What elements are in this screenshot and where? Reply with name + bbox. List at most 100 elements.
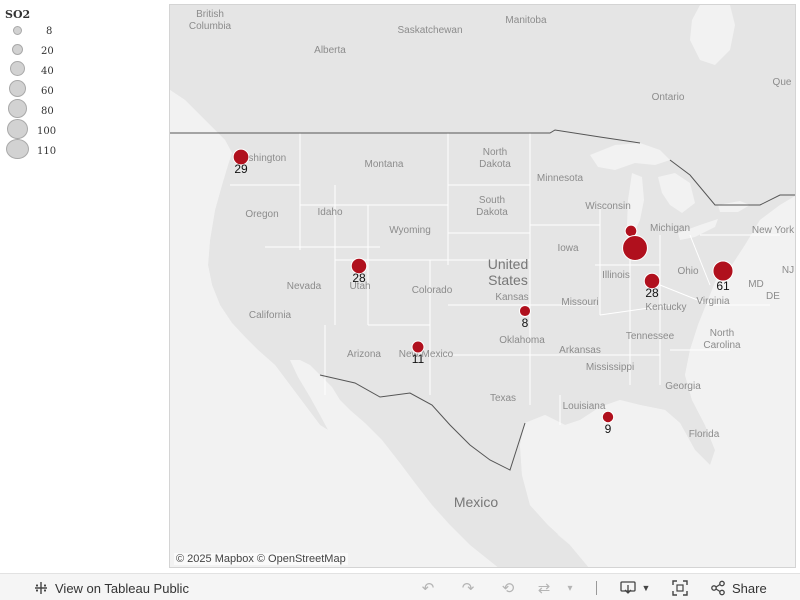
place-nj: NJ: [782, 265, 794, 276]
legend-label: 20: [41, 46, 54, 57]
legend-label: 40: [41, 66, 54, 77]
place-south-dakota: Dakota: [476, 207, 508, 218]
place-missouri: Missouri: [561, 297, 598, 308]
louisiana-site-label: 9: [605, 422, 612, 436]
download-icon[interactable]: [618, 579, 638, 597]
revert-icon[interactable]: ⟲: [498, 579, 518, 597]
tableau-logo-icon: [35, 582, 47, 594]
size-legend: SO2 8 20 40 60 80 100 110: [0, 0, 165, 170]
legend-circle: [10, 61, 25, 76]
legend-circle: [6, 139, 29, 159]
place-idaho: Idaho: [317, 207, 342, 218]
toolbar-divider: [596, 581, 597, 595]
place-minnesota: Minnesota: [537, 173, 584, 184]
place-wyoming: Wyoming: [389, 225, 431, 236]
place-georgia: Georgia: [665, 381, 701, 392]
place-md: MD: [748, 279, 764, 290]
fullscreen-icon[interactable]: [670, 579, 690, 597]
redo-icon[interactable]: ↷: [458, 579, 478, 597]
svg-text:North: North: [483, 147, 507, 158]
place-wisconsin: Wisconsin: [585, 201, 631, 212]
place-michigan: Michigan: [650, 223, 690, 234]
louisiana-site-marker[interactable]: [601, 410, 615, 424]
legend-label: 60: [41, 86, 54, 97]
place-new-york: New York: [752, 225, 795, 236]
place-nevada: Nevada: [287, 281, 322, 292]
place-ohio: Ohio: [677, 266, 699, 277]
indiana-site-label: 28: [645, 286, 659, 300]
place-saskatchewan: Saskatchewan: [397, 25, 462, 36]
map-attribution[interactable]: © 2025 Mapbox © OpenStreetMap: [174, 553, 348, 565]
dropdown-arrow-icon[interactable]: ▾: [560, 579, 580, 597]
kansas-site-label: 8: [522, 316, 529, 330]
place-alberta: Alberta: [314, 45, 346, 56]
legend-item: 110: [0, 139, 70, 159]
tableau-toolbar: View on Tableau Public ↶ ↷ ⟲ ⇄ ▾ ▼ Share: [0, 573, 800, 600]
place-arizona: Arizona: [347, 349, 381, 360]
place-virginia: Virginia: [696, 296, 730, 307]
place-iowa: Iowa: [557, 243, 579, 254]
legend-circle: [13, 26, 22, 35]
kansas-site-marker[interactable]: [518, 304, 532, 318]
share-button[interactable]: Share: [710, 579, 767, 597]
place-ontario: Ontario: [652, 92, 685, 103]
legend-label: 80: [41, 106, 54, 117]
share-label: Share: [732, 580, 767, 596]
new-mexico-site-label: 11: [412, 352, 425, 366]
legend-circle: [8, 99, 27, 118]
refresh-icon[interactable]: ⇄: [534, 579, 554, 597]
place-british-columbia: Columbia: [189, 21, 232, 32]
place-montana: Montana: [365, 159, 404, 170]
place-quebec: Que: [773, 77, 792, 88]
place-de: DE: [766, 291, 780, 302]
basemap: British Columbia Alberta Saskatchewan Ma…: [170, 5, 795, 567]
svg-text:United: United: [488, 256, 528, 272]
place-new-mexico: New Mexico: [399, 349, 454, 360]
svg-text:North: North: [710, 328, 734, 339]
legend-item: 60: [0, 79, 70, 99]
place-texas: Texas: [490, 393, 516, 404]
washington-site-label: 29: [234, 162, 248, 176]
place-california: California: [249, 310, 292, 321]
legend-label: 100: [37, 126, 57, 137]
chicago-site-large-marker[interactable]: [622, 235, 648, 261]
place-north-dakota: Dakota: [479, 159, 511, 170]
legend-item: 80: [0, 99, 70, 119]
place-north-carolina: Carolina: [703, 340, 741, 351]
download-dropdown-icon[interactable]: ▼: [636, 579, 656, 597]
place-tennessee: Tennessee: [626, 331, 675, 342]
place-united-states: States: [488, 272, 528, 288]
tableau-viz: SO2 8 20 40 60 80 100 110 British Columb…: [0, 0, 800, 600]
svg-text:British: British: [196, 9, 224, 20]
legend-circle: [7, 119, 28, 139]
legend-title: SO2: [5, 8, 31, 21]
place-colorado: Colorado: [412, 285, 453, 296]
legend-item: 20: [0, 42, 70, 62]
legend-item: 100: [0, 119, 70, 139]
legend-label: 110: [37, 146, 57, 157]
place-kansas: Kansas: [495, 292, 528, 303]
legend-item: 40: [0, 60, 70, 80]
view-on-tableau-public-label: View on Tableau Public: [55, 580, 189, 596]
place-oregon: Oregon: [245, 209, 278, 220]
place-mexico: Mexico: [454, 494, 499, 510]
legend-circle: [9, 80, 26, 97]
legend-label: 8: [46, 26, 53, 37]
legend-item: 8: [0, 22, 70, 42]
share-icon: [711, 580, 725, 596]
place-mississippi: Mississippi: [586, 362, 634, 373]
place-oklahoma: Oklahoma: [499, 335, 545, 346]
utah-site-label: 28: [352, 271, 366, 285]
place-louisiana: Louisiana: [563, 401, 606, 412]
map-canvas[interactable]: British Columbia Alberta Saskatchewan Ma…: [169, 4, 796, 568]
place-florida: Florida: [689, 429, 720, 440]
undo-icon[interactable]: ↶: [418, 579, 438, 597]
place-manitoba: Manitoba: [505, 15, 547, 26]
svg-text:South: South: [479, 195, 505, 206]
legend-circle: [12, 44, 23, 55]
view-on-tableau-public-link[interactable]: View on Tableau Public: [33, 579, 189, 597]
place-illinois: Illinois: [602, 270, 630, 281]
place-arkansas: Arkansas: [559, 345, 601, 356]
place-kentucky: Kentucky: [645, 302, 686, 313]
west-virginia-site-label: 61: [716, 279, 730, 293]
